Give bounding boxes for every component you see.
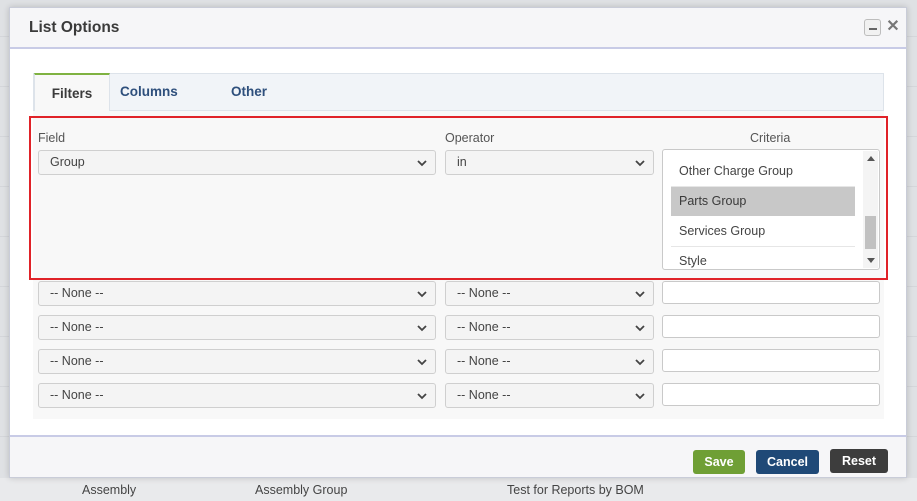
- scroll-up-arrow-icon[interactable]: [867, 156, 875, 161]
- field-column-header: Field: [38, 131, 66, 145]
- chevron-down-icon: [635, 393, 645, 400]
- operator-select-value: -- None --: [457, 388, 511, 402]
- operator-column-header: Operator: [445, 131, 495, 145]
- dialog-title: List Options: [29, 19, 120, 36]
- field-select-value: -- None --: [50, 354, 104, 368]
- field-select[interactable]: Group: [38, 150, 436, 175]
- operator-select[interactable]: -- None --: [445, 315, 654, 340]
- scroll-thumb[interactable]: [865, 216, 876, 249]
- chevron-down-icon: [417, 160, 427, 167]
- tab-filters[interactable]: Filters: [34, 73, 110, 113]
- chevron-down-icon: [635, 160, 645, 167]
- scroll-down-arrow-icon[interactable]: [867, 258, 875, 263]
- chevron-down-icon: [417, 393, 427, 400]
- criteria-input[interactable]: [662, 315, 880, 338]
- criteria-option[interactable]: Services Group: [671, 217, 855, 246]
- criteria-option[interactable]: Style: [671, 247, 855, 269]
- operator-select[interactable]: -- None --: [445, 383, 654, 408]
- chevron-down-icon: [417, 291, 427, 298]
- chevron-down-icon: [417, 325, 427, 332]
- close-icon[interactable]: ✕: [886, 18, 900, 36]
- field-select-value: -- None --: [50, 388, 104, 402]
- chevron-down-icon: [635, 325, 645, 332]
- field-select-value: -- None --: [50, 320, 104, 334]
- criteria-input[interactable]: [662, 349, 880, 372]
- minimize-icon[interactable]: [864, 19, 881, 36]
- reset-button[interactable]: Reset: [830, 449, 888, 473]
- field-select[interactable]: -- None --: [38, 281, 436, 306]
- background-cell: Assembly: [82, 483, 137, 497]
- operator-select-value: -- None --: [457, 354, 511, 368]
- dialog-body: Filters Columns Other Field Operator Cri…: [10, 51, 906, 435]
- background-cell: Assembly Group: [255, 483, 348, 497]
- criteria-option[interactable]: Other Charge Group: [671, 157, 855, 186]
- criteria-scrollbar[interactable]: [863, 151, 878, 268]
- field-select[interactable]: -- None --: [38, 315, 436, 340]
- chevron-down-icon: [635, 291, 645, 298]
- operator-select-value: in: [457, 155, 467, 169]
- list-options-dialog: List Options ✕ Filters Columns Other Fie…: [9, 7, 907, 478]
- background-table-row: Assembly Assembly Group Test for Reports…: [0, 478, 917, 501]
- operator-select-value: -- None --: [457, 286, 511, 300]
- chevron-down-icon: [635, 359, 645, 366]
- field-select-value: -- None --: [50, 286, 104, 300]
- field-select[interactable]: -- None --: [38, 383, 436, 408]
- tab-bar: Filters Columns Other: [33, 73, 884, 113]
- tab-other[interactable]: Other: [219, 73, 279, 111]
- criteria-input[interactable]: [662, 281, 880, 304]
- background-cell: Test for Reports by BOM: [507, 483, 644, 497]
- filters-panel: Field Operator Criteria Group in Other C…: [33, 111, 884, 419]
- chevron-down-icon: [417, 359, 427, 366]
- save-button[interactable]: Save: [693, 450, 745, 474]
- dialog-header: List Options ✕: [10, 8, 906, 49]
- criteria-multiselect[interactable]: Other Charge Group Parts Group Services …: [662, 149, 880, 270]
- criteria-input[interactable]: [662, 383, 880, 406]
- operator-select[interactable]: -- None --: [445, 349, 654, 374]
- operator-select-value: -- None --: [457, 320, 511, 334]
- cancel-button[interactable]: Cancel: [756, 450, 819, 474]
- criteria-column-header: Criteria: [750, 131, 791, 145]
- field-select[interactable]: -- None --: [38, 349, 436, 374]
- dialog-footer: Save Cancel Reset: [10, 435, 906, 477]
- operator-select[interactable]: in: [445, 150, 654, 175]
- field-select-value: Group: [50, 155, 85, 169]
- operator-select[interactable]: -- None --: [445, 281, 654, 306]
- criteria-option-selected[interactable]: Parts Group: [671, 187, 855, 216]
